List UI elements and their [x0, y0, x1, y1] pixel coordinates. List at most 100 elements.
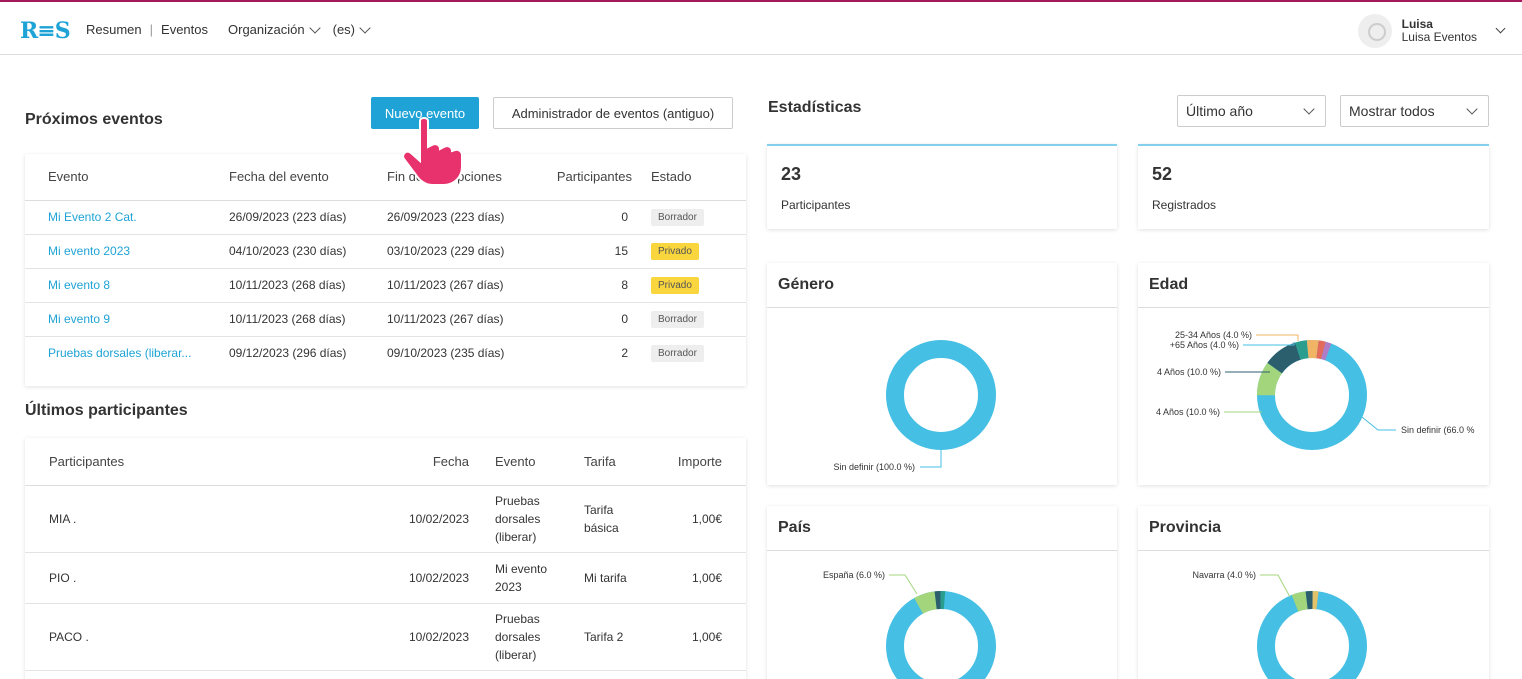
age-label: 4 Años (10.0 %) [1157, 367, 1221, 377]
nav-organizacion[interactable]: Organización [228, 22, 305, 37]
chevron-down-icon [1303, 103, 1315, 115]
participants-stat-card: 23 Participantes [767, 144, 1117, 229]
participant-count: 8 [547, 268, 640, 303]
registration-end: 03/10/2023 (229 días) [387, 234, 547, 269]
event-link[interactable]: Mi evento 2023 [25, 234, 229, 269]
col-fecha[interactable]: Fecha [403, 438, 485, 486]
col-participantes[interactable]: Participantes [25, 438, 403, 486]
participant-count: 2 [621, 346, 628, 361]
registered-count: 52 [1152, 164, 1173, 184]
chevron-down-icon[interactable] [1495, 23, 1506, 33]
event-link[interactable]: Mi Evento 2 Cat. [25, 200, 229, 235]
table-header-row: Evento Fecha del evento Fin de inscripci… [25, 154, 746, 201]
pointer-hand-icon [402, 117, 463, 186]
status-badge: Privado [651, 242, 699, 260]
main-nav: Resumen | Eventos Organización (es) [86, 21, 383, 37]
age-label: +65 Años (4.0 %) [1170, 340, 1239, 350]
age-chart-card: Edad 25-34 Años (4.0 %) +65 Años (4.0 %)… [1138, 263, 1489, 485]
col-estado[interactable]: Estado [640, 154, 746, 201]
col-tarifa[interactable]: Tarifa [584, 438, 658, 486]
registration-end: 26/09/2023 (223 días) [387, 200, 547, 235]
nav-language[interactable]: (es) [333, 22, 355, 37]
participant-name[interactable]: PIO . [25, 552, 403, 604]
country-slice-other[interactable] [886, 591, 996, 679]
gender-chart-title: Género [778, 276, 835, 293]
statistics-title: Estadísticas [768, 99, 862, 116]
participant-amount: 1,00€ [658, 485, 746, 553]
user-menu[interactable]: Luisa Luisa Eventos [1357, 14, 1506, 48]
event-date: 26/09/2023 (223 días) [229, 200, 387, 235]
country-label: España (6.0 %) [823, 570, 885, 580]
age-label: 25-34 Años (4.0 %) [1175, 330, 1252, 340]
province-label: Navarra (4.0 %) [1192, 570, 1256, 580]
province-donut-chart: Navarra (4.0 %) [1192, 570, 1367, 679]
latest-participants-card: Participantes Fecha Evento Tarifa Import… [25, 438, 746, 679]
table-row[interactable]: Mi evento 9 10/11/2023 (268 días) 10/11/… [25, 302, 746, 337]
participant-event: Pruebas dorsales (liberar) [485, 485, 584, 553]
participant-rate: Tarifa 2 [584, 603, 658, 671]
nav-resumen[interactable]: Resumen [86, 22, 142, 37]
period-select[interactable]: Último año [1177, 95, 1326, 127]
status-badge: Borrador [651, 310, 704, 328]
event-date: 10/11/2023 (268 días) [229, 268, 387, 303]
upcoming-events-table: Evento Fecha del evento Fin de inscripci… [25, 154, 746, 370]
col-participantes[interactable]: Participantes [547, 154, 640, 201]
latest-participants-title: Últimos participantes [25, 402, 188, 419]
table-row[interactable]: Mi Evento 2 Cat. 26/09/2023 (223 días) 2… [25, 200, 746, 235]
participant-count: 0 [547, 200, 640, 235]
col-evento[interactable]: Evento [25, 154, 229, 201]
table-row[interactable]: Mi evento 2023 04/10/2023 (230 días) 03/… [25, 234, 746, 269]
nav-separator: | [149, 22, 154, 37]
country-chart-card: País España (6.0 %) [767, 506, 1117, 679]
table-row[interactable]: Mi evento 8 10/11/2023 (268 días) 10/11/… [25, 268, 746, 303]
participant-event: Mi evento 2023 [485, 552, 584, 604]
chevron-down-icon[interactable] [359, 21, 371, 34]
filter-select[interactable]: Mostrar todos [1340, 95, 1489, 127]
registration-end: 10/11/2023 (267 días) [387, 268, 547, 303]
upcoming-events-card: Evento Fecha del evento Fin de inscripci… [25, 154, 746, 386]
event-link[interactable]: Mi evento 9 [25, 302, 229, 337]
country-donut-chart: España (6.0 %) [823, 570, 996, 679]
top-navbar: R≡S Resumen | Eventos Organización (es) … [0, 2, 1522, 55]
province-chart-card: Provincia Navarra (4.0 %) [1138, 506, 1489, 679]
nav-eventos[interactable]: Eventos [161, 22, 208, 37]
col-fecha-evento[interactable]: Fecha del evento [229, 154, 387, 201]
registration-end: 09/10/2023 (235 días) [387, 346, 505, 361]
table-row[interactable]: PACO . 10/02/2023 Pruebas dorsales (libe… [25, 603, 746, 671]
participant-date: 10/02/2023 [403, 485, 485, 553]
table-row[interactable]: MIA . 10/02/2023 Pruebas dorsales (liber… [25, 485, 746, 553]
participant-rate: Mi tarifa [584, 552, 658, 604]
gender-slice-undefined[interactable] [886, 340, 996, 450]
event-link[interactable]: Mi evento 8 [25, 268, 229, 303]
age-label: 4 Años (10.0 %) [1156, 407, 1220, 417]
user-organization: Luisa Eventos [1401, 30, 1477, 44]
event-link[interactable]: Pruebas dorsales (liberar... [25, 336, 229, 370]
chevron-down-icon [1466, 103, 1478, 115]
col-evento[interactable]: Evento [485, 438, 584, 486]
participant-name[interactable]: MIA . [25, 485, 403, 553]
app-logo[interactable]: R≡S [20, 18, 71, 44]
participant-name[interactable]: PACO . [25, 603, 403, 671]
avatar[interactable] [1357, 14, 1392, 48]
participant-count: 15 [547, 234, 640, 269]
col-importe[interactable]: Importe [658, 438, 746, 486]
table-row[interactable]: Pruebas dorsales (liberar... 09/12/2023 … [25, 336, 746, 370]
registered-stat-card: 52 Registrados [1138, 144, 1489, 229]
registered-label: Registrados [1152, 198, 1217, 212]
registration-end: 10/11/2023 (267 días) [387, 302, 547, 337]
participant-rate: Tarifa básica [584, 485, 658, 553]
upcoming-events-title: Próximos eventos [25, 111, 163, 128]
event-date: 10/11/2023 (268 días) [229, 302, 387, 337]
chevron-down-icon[interactable] [308, 21, 321, 34]
status-badge: Privado [651, 276, 699, 294]
participants-label: Participantes [781, 198, 851, 212]
province-slice-other[interactable] [1257, 591, 1367, 679]
table-header-row: Participantes Fecha Evento Tarifa Import… [25, 438, 746, 486]
event-date: 04/10/2023 (230 días) [229, 234, 387, 269]
participant-date: 10/02/2023 [403, 603, 485, 671]
legacy-event-admin-button[interactable]: Administrador de eventos (antiguo) [493, 97, 733, 129]
age-chart-title: Edad [1149, 276, 1189, 293]
status-badge: Borrador [651, 208, 704, 226]
table-row[interactable]: PIO . 10/02/2023 Mi evento 2023 Mi tarif… [25, 552, 746, 604]
country-chart-title: País [778, 519, 811, 536]
